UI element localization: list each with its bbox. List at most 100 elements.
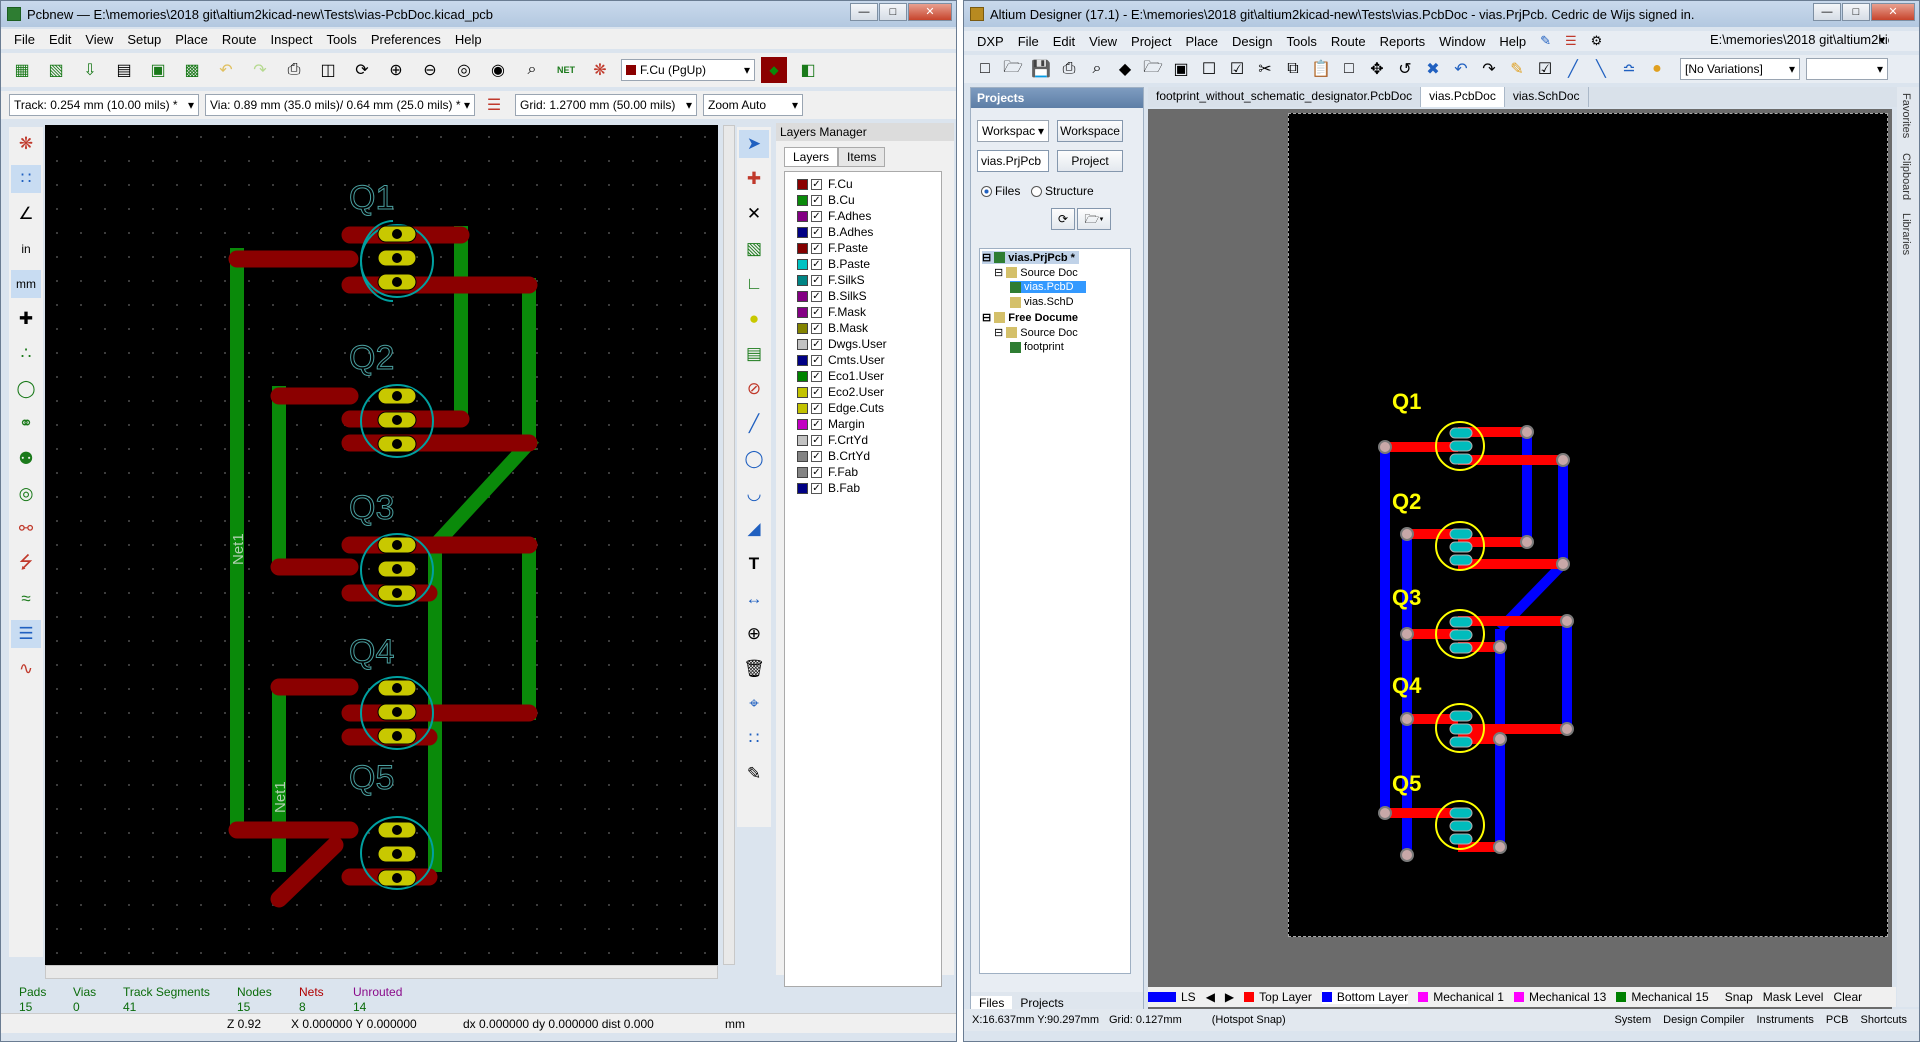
diff-pair-icon[interactable]: ╲	[1588, 56, 1614, 82]
save-icon[interactable]: ⇩	[77, 57, 103, 83]
scroll-right-icon[interactable]: ▶	[1225, 990, 1234, 1004]
layer-color-swatch[interactable]	[797, 322, 808, 334]
interactive-route-icon[interactable]: ╱	[1560, 56, 1586, 82]
layer-row[interactable]: ✓ B.SilkS	[785, 288, 941, 304]
drc-bug-icon[interactable]: ❋	[587, 57, 613, 83]
menu-dxp[interactable]: DXP	[970, 34, 1011, 49]
grid-origin-icon[interactable]: ∷	[739, 725, 769, 753]
layer-visibility-checkbox[interactable]: ✓	[811, 418, 822, 430]
workspace-button[interactable]: Workspace	[1057, 120, 1123, 142]
layer-visibility-checkbox[interactable]: ✓	[811, 386, 822, 398]
high-contrast-icon[interactable]: ⚯	[11, 515, 41, 543]
zoom-fit-icon[interactable]: ◎	[451, 57, 477, 83]
layer-row[interactable]: ✓ B.Adhes	[785, 224, 941, 240]
layer-visibility-checkbox[interactable]: ✓	[811, 178, 822, 190]
layer-color-swatch[interactable]	[797, 450, 808, 462]
menu-design[interactable]: Design	[1225, 34, 1279, 49]
tree-item-free-docs[interactable]: ⊟ Free Docume	[982, 311, 1078, 325]
tree-item-schdoc[interactable]: vias.SchD	[1010, 296, 1074, 308]
layer-visibility-checkbox[interactable]: ✓	[811, 322, 822, 334]
layer-row[interactable]: ✓ B.Paste	[785, 256, 941, 272]
tree-item-pcbdoc[interactable]: vias.PcbD	[1010, 281, 1086, 293]
clear-filter-icon[interactable]: ✖	[1420, 56, 1446, 82]
layer-color-swatch[interactable]	[797, 466, 808, 478]
layer-color-swatch[interactable]	[797, 386, 808, 398]
layer-color-swatch[interactable]	[797, 210, 808, 222]
status-shortcuts-button[interactable]: Shortcuts	[1855, 1014, 1919, 1026]
layer-visibility-checkbox[interactable]: ✓	[811, 466, 822, 478]
layer-visibility-checkbox[interactable]: ✓	[811, 370, 822, 382]
altium-undo-icon[interactable]: ↶	[1448, 56, 1474, 82]
side-tab-clipboard[interactable]: Clipboard	[1900, 153, 1912, 200]
doc-tab-footprint[interactable]: footprint_without_schematic_designator.P…	[1148, 87, 1422, 107]
doc-tab-vias-pcb[interactable]: vias.PcbDoc	[1421, 87, 1505, 107]
layer-visibility-checkbox[interactable]: ✓	[811, 354, 822, 366]
layer-row[interactable]: ✓ F.SilkS	[785, 272, 941, 288]
layer-visibility-checkbox[interactable]: ✓	[811, 210, 822, 222]
layer-color-swatch[interactable]	[797, 306, 808, 318]
keepout-area-icon[interactable]: ⊘	[739, 375, 769, 403]
highlight-net-icon[interactable]: ✚	[739, 165, 769, 193]
add-footprint-icon[interactable]: ▧	[739, 235, 769, 263]
layer-row[interactable]: ✓ F.Cu	[785, 176, 941, 192]
cut-icon[interactable]: ✂	[1252, 56, 1278, 82]
layer-row[interactable]: ✓ B.Cu	[785, 192, 941, 208]
cursor-shape-icon[interactable]: ✚	[11, 305, 41, 333]
menu-file[interactable]: File	[7, 32, 42, 47]
minimize-button[interactable]: —	[850, 3, 878, 21]
net-highlight-icon[interactable]: ⭍	[11, 550, 41, 578]
mask-level-button[interactable]: Mask Level	[1763, 990, 1824, 1004]
tab-items[interactable]: Items	[838, 147, 886, 167]
layer-visibility-checkbox[interactable]: ✓	[811, 482, 822, 494]
layers-manager-toggle-icon[interactable]: ☰	[11, 620, 41, 648]
menu-route[interactable]: Route	[1324, 34, 1373, 49]
microwave-tools-icon[interactable]: ∿	[11, 655, 41, 683]
structure-radio[interactable]: Structure	[1031, 184, 1094, 198]
files-radio[interactable]: Files	[981, 184, 1020, 198]
add-arc-icon[interactable]: ◡	[739, 480, 769, 508]
microwave-icon[interactable]: ≈	[11, 585, 41, 613]
layer-row[interactable]: ✓ F.Paste	[785, 240, 941, 256]
pad-icon[interactable]: ●	[1644, 56, 1670, 82]
layer-color-swatch[interactable]	[797, 226, 808, 238]
menu-help[interactable]: Help	[1492, 34, 1533, 49]
page-settings-icon[interactable]: ▤	[111, 57, 137, 83]
select-arrow-icon[interactable]: ➤	[739, 130, 769, 158]
zoom-selection-icon[interactable]: ◉	[485, 57, 511, 83]
track-width-select[interactable]: Track: 0.254 mm (10.00 mils) *	[9, 94, 199, 116]
panel-tab-files[interactable]: Files	[971, 996, 1013, 1010]
measure-icon[interactable]: ✎	[739, 760, 769, 788]
delete-icon[interactable]: 🗑	[739, 655, 769, 683]
maximize-button[interactable]: □	[879, 3, 907, 21]
clear-button[interactable]: Clear	[1833, 990, 1862, 1004]
set-origin-icon[interactable]: ⌖	[739, 690, 769, 718]
save-doc-icon[interactable]: 💾	[1028, 56, 1054, 82]
altium-maximize-button[interactable]: □	[1842, 3, 1870, 21]
find-icon[interactable]: ⌕	[519, 57, 545, 83]
layer-visibility-checkbox[interactable]: ✓	[811, 226, 822, 238]
deselect-icon[interactable]: ↺	[1392, 56, 1418, 82]
altium-close-button[interactable]: ✕	[1871, 3, 1915, 21]
layer-color-swatch[interactable]	[797, 338, 808, 350]
layer-visibility-checkbox[interactable]: ✓	[811, 450, 822, 462]
refresh-projects-icon[interactable]: ⟳	[1051, 208, 1075, 230]
show-vias-icon[interactable]: ⚉	[11, 445, 41, 473]
path-combo[interactable]: E:\memories\2018 git\altium2kicad	[1699, 30, 1889, 52]
layer-color-swatch[interactable]	[797, 242, 808, 254]
layer-visibility-checkbox[interactable]: ✓	[811, 242, 822, 254]
layer-color-swatch[interactable]	[797, 402, 808, 414]
zoom-in-icon[interactable]: ⊕	[383, 57, 409, 83]
open-project-icon[interactable]: 🗁	[1140, 56, 1166, 82]
show-zones-icon[interactable]: ◯	[11, 375, 41, 403]
side-tab-favorites[interactable]: Favorites	[1900, 93, 1912, 138]
add-graphic-line-icon[interactable]: ╱	[739, 410, 769, 438]
zoom-selected-icon[interactable]: ☑	[1224, 56, 1250, 82]
menu-inspect[interactable]: Inspect	[264, 32, 320, 47]
menu-file[interactable]: File	[1011, 34, 1046, 49]
layer-row[interactable]: ✓ Eco2.User	[785, 384, 941, 400]
layer-tab-mech13[interactable]: Mechanical 13	[1513, 990, 1606, 1004]
drc-off-icon[interactable]: ❋	[11, 130, 41, 158]
status-instruments-button[interactable]: Instruments	[1750, 1014, 1819, 1026]
status-pcb-button[interactable]: PCB	[1820, 1014, 1855, 1026]
units-inch-icon[interactable]: in	[11, 235, 41, 263]
